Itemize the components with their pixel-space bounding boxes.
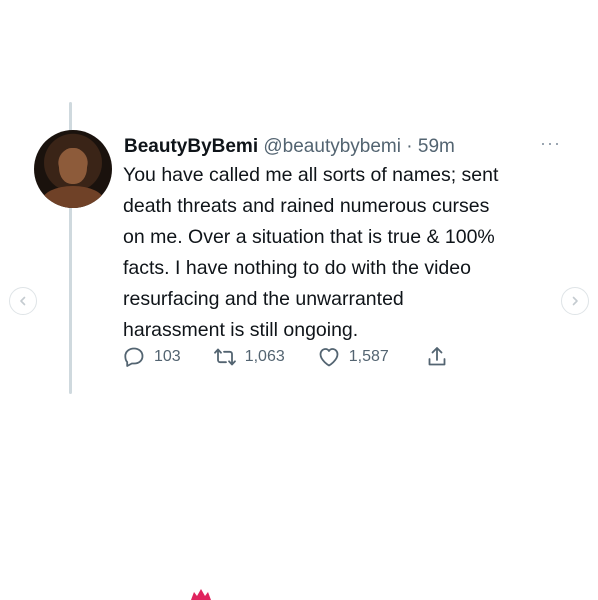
avatar-shoulder	[42, 186, 104, 208]
tweet-actions: 103 1,063 1,587	[122, 344, 449, 370]
reply-button[interactable]: 103	[122, 345, 181, 369]
display-name[interactable]: BeautyByBemi	[124, 136, 258, 157]
reply-count: 103	[154, 348, 181, 365]
avatar[interactable]	[34, 130, 112, 208]
retweet-button[interactable]: 1,063	[213, 345, 285, 369]
chevron-right-icon	[572, 296, 578, 306]
reply-icon	[124, 347, 144, 367]
retweet-count: 1,063	[244, 348, 285, 365]
like-count: 1,587	[348, 348, 389, 365]
like-button[interactable]: 1,587	[317, 345, 389, 369]
more-options-icon[interactable]: ···	[540, 134, 561, 152]
chevron-left-icon	[20, 296, 26, 306]
share-button[interactable]	[425, 345, 449, 369]
red-leaf-icon	[191, 589, 211, 600]
tweet-text: You have called me all sorts of names; s…	[123, 164, 499, 341]
avatar-face	[59, 148, 87, 184]
carousel-prev-button[interactable]	[9, 287, 37, 315]
share-icon	[428, 347, 446, 366]
separator-dot: ·	[406, 136, 413, 157]
tweet-header: BeautyByBemi @beautybybemi · 59m	[124, 135, 455, 159]
tweet-time[interactable]: 59m	[418, 136, 455, 157]
heart-icon	[319, 348, 339, 367]
retweet-icon	[213, 348, 236, 366]
user-handle[interactable]: @beautybybemi	[263, 136, 401, 157]
carousel-next-button[interactable]	[561, 287, 589, 315]
